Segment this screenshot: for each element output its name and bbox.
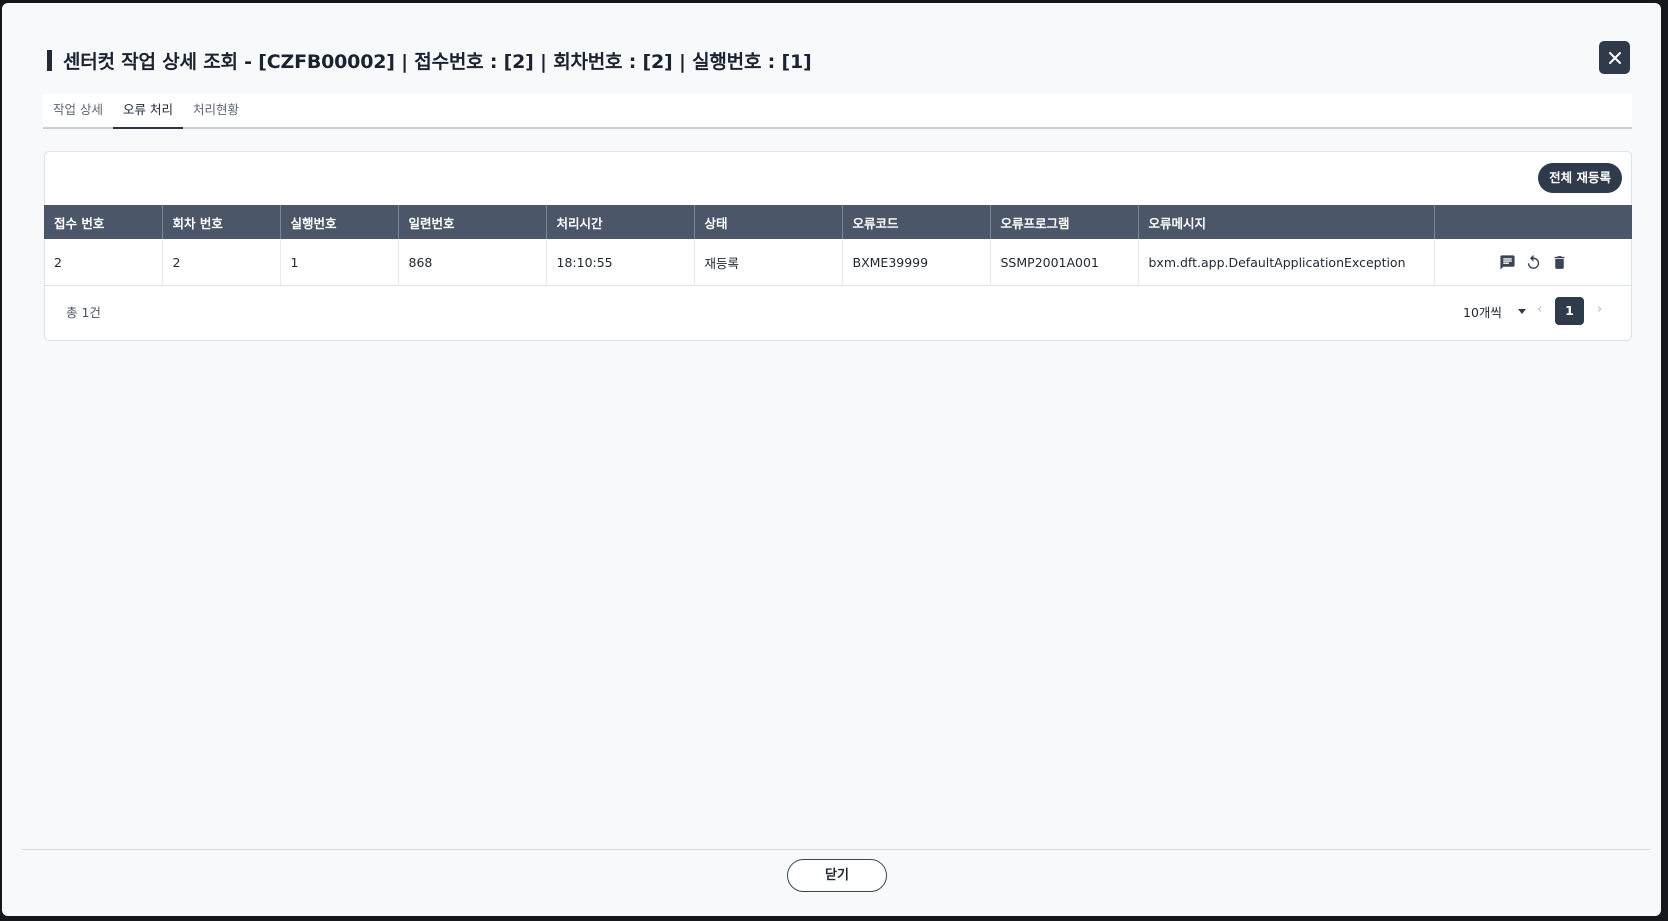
trash-icon[interactable] [1551, 254, 1568, 271]
cell-error-code: BXME39999 [842, 239, 991, 286]
next-page-button[interactable]: › [1597, 302, 1602, 317]
cell-round-no: 2 [162, 239, 281, 286]
tab-processing-status[interactable]: 처리현황 [183, 94, 249, 129]
cell-actions [1434, 239, 1632, 286]
tab-bar: 작업 상세 오류 처리 처리현황 [43, 94, 1632, 129]
refresh-icon[interactable] [1525, 254, 1542, 271]
col-receipt-no[interactable]: 접수 번호 [44, 205, 163, 239]
title-accent-bar [47, 49, 52, 71]
total-count: 총 1건 [66, 305, 101, 320]
cell-time: 18:10:55 [546, 239, 695, 286]
error-panel: 전체 재등록 접수 번호 회차 번호 실행번호 일련번호 처리시간 상태 오류코… [44, 151, 1632, 341]
cell-receipt-no: 2 [44, 239, 163, 286]
close-button[interactable]: 닫기 [787, 859, 887, 892]
col-error-message[interactable]: 오류메시지 [1138, 205, 1435, 239]
col-serial-no[interactable]: 일련번호 [398, 205, 547, 239]
cell-exec-no: 1 [280, 239, 399, 286]
message-icon[interactable] [1499, 254, 1516, 271]
footer-divider [22, 849, 1650, 850]
dialog-title: 센터컷 작업 상세 조회 - [CZFB00002] | 접수번호 : [2] … [63, 50, 812, 73]
tab-error-handling[interactable]: 오류 처리 [112, 94, 183, 129]
table-row[interactable]: 2 2 1 868 18:10:55 재등록 BXME39999 SSMP200… [44, 239, 1632, 286]
chevron-down-icon [1517, 309, 1526, 314]
col-actions [1434, 205, 1632, 239]
row-actions [1445, 254, 1623, 271]
dialog-header: 센터컷 작업 상세 조회 - [CZFB00002] | 접수번호 : [2] … [47, 46, 812, 74]
cell-status: 재등록 [694, 239, 843, 286]
prev-page-button[interactable]: ‹ [1537, 302, 1542, 317]
col-round-no[interactable]: 회차 번호 [162, 205, 281, 239]
col-status[interactable]: 상태 [694, 205, 843, 239]
page-size-select[interactable]: 10개씩 [1463, 302, 1526, 321]
cell-error-program: SSMP2001A001 [990, 239, 1139, 286]
col-error-program[interactable]: 오류프로그램 [990, 205, 1139, 239]
col-time[interactable]: 처리시간 [546, 205, 695, 239]
page-size-value: 10개씩 [1463, 305, 1502, 320]
table-header-row: 접수 번호 회차 번호 실행번호 일련번호 처리시간 상태 오류코드 오류프로그… [44, 205, 1632, 239]
tab-job-detail[interactable]: 작업 상세 [43, 94, 113, 129]
error-table: 접수 번호 회차 번호 실행번호 일련번호 처리시간 상태 오류코드 오류프로그… [44, 205, 1632, 286]
cell-serial-no: 868 [398, 239, 547, 286]
reregister-all-button[interactable]: 전체 재등록 [1538, 163, 1622, 193]
close-icon [1608, 51, 1621, 64]
col-exec-no[interactable]: 실행번호 [280, 205, 399, 239]
cell-error-message: bxm.dft.app.DefaultApplicationException [1138, 239, 1435, 286]
table-footer: 총 1건 10개씩 ‹ 1 › [45, 286, 1631, 338]
col-error-code[interactable]: 오류코드 [842, 205, 991, 239]
close-dialog-button[interactable] [1599, 41, 1630, 74]
page-number-button[interactable]: 1 [1555, 297, 1584, 325]
detail-dialog: 센터컷 작업 상세 조회 - [CZFB00002] | 접수번호 : [2] … [2, 3, 1661, 916]
